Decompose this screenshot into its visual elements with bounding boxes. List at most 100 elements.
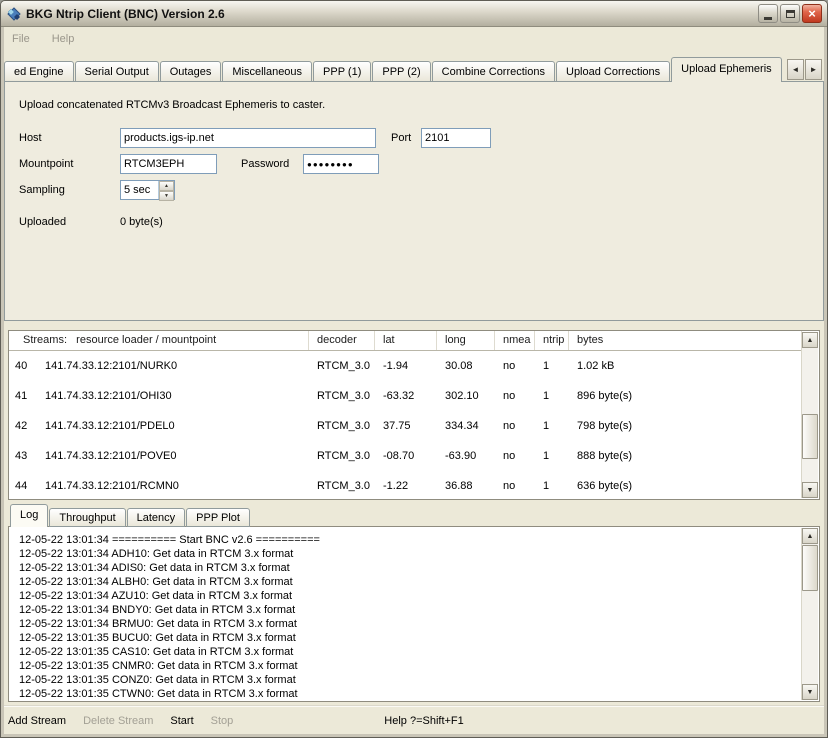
stop-button[interactable]: Stop bbox=[211, 715, 234, 727]
tab-serial-output[interactable]: Serial Output bbox=[75, 61, 159, 82]
table-row[interactable]: 41141.74.33.12:2101/OHI30RTCM_3.0-63.323… bbox=[9, 381, 802, 411]
cell-long: 302.10 bbox=[437, 381, 495, 411]
log-line: 12-05-22 13:01:34 BRMU0: Get data in RTC… bbox=[19, 617, 801, 631]
column-header-ntrip: ntrip bbox=[535, 331, 569, 350]
column-header-streams: Streams: resource loader / mountpoint bbox=[9, 331, 309, 350]
scroll-down-icon[interactable]: ▼ bbox=[802, 482, 818, 498]
cell-nmea: no bbox=[495, 411, 535, 441]
tab-ppp-1[interactable]: PPP (1) bbox=[313, 61, 371, 82]
scroll-up-icon[interactable]: ▲ bbox=[802, 332, 818, 348]
tab-upload-ephemeris[interactable]: Upload Ephemeris bbox=[671, 57, 782, 82]
log-line: 12-05-22 13:01:34 ADH10: Get data in RTC… bbox=[19, 547, 801, 561]
column-header-nmea: nmea bbox=[495, 331, 535, 350]
sampling-down-button[interactable]: ▼ bbox=[159, 191, 174, 201]
port-input[interactable] bbox=[421, 128, 491, 148]
column-header-bytes: bytes bbox=[569, 331, 802, 350]
tab-scroll-right-button[interactable]: ► bbox=[805, 59, 822, 80]
cell-num: 41 bbox=[9, 381, 37, 411]
mountpoint-input[interactable] bbox=[120, 154, 217, 174]
log-scroll-thumb[interactable] bbox=[802, 545, 818, 591]
maximize-button[interactable] bbox=[780, 4, 800, 23]
client-area: File Help ed EngineSerial OutputOutagesM… bbox=[4, 27, 824, 734]
main-tabs: ed EngineSerial OutputOutagesMiscellaneo… bbox=[4, 57, 783, 82]
minimize-button[interactable] bbox=[758, 4, 778, 23]
tab-scroll-left-button[interactable]: ◄ bbox=[787, 59, 804, 80]
cell-ntrip: 1 bbox=[535, 351, 569, 381]
app-icon bbox=[6, 6, 22, 22]
sampling-spinbox[interactable]: 5 sec ▲ ▼ bbox=[120, 180, 175, 200]
log-scrollbar[interactable]: ▲ ▼ bbox=[801, 528, 818, 700]
app-window: BKG Ntrip Client (BNC) Version 2.6 × Fil… bbox=[0, 0, 828, 738]
cell-long: 30.08 bbox=[437, 351, 495, 381]
menu-help[interactable]: Help bbox=[52, 31, 83, 47]
tab-miscellaneous[interactable]: Miscellaneous bbox=[222, 61, 312, 82]
cell-num: 42 bbox=[9, 411, 37, 441]
table-row[interactable]: 43141.74.33.12:2101/POVE0RTCM_3.0-08.70-… bbox=[9, 441, 802, 471]
host-input[interactable] bbox=[120, 128, 376, 148]
streams-scroll-thumb[interactable] bbox=[802, 414, 818, 459]
tab-upload-corrections[interactable]: Upload Corrections bbox=[556, 61, 670, 82]
tab-log[interactable]: Log bbox=[10, 504, 48, 527]
cell-ntrip: 1 bbox=[535, 381, 569, 411]
log-line: 12-05-22 13:01:34 ========== Start BNC v… bbox=[19, 533, 801, 547]
add-stream-button[interactable]: Add Stream bbox=[8, 715, 66, 727]
tab-ppp-2[interactable]: PPP (2) bbox=[372, 61, 430, 82]
table-row[interactable]: 40141.74.33.12:2101/NURK0RTCM_3.0-1.9430… bbox=[9, 351, 802, 381]
tab-ppp-plot[interactable]: PPP Plot bbox=[186, 508, 250, 527]
close-button[interactable]: × bbox=[802, 4, 822, 23]
scroll-down-icon[interactable]: ▼ bbox=[802, 684, 818, 700]
cell-num: 44 bbox=[9, 471, 37, 501]
log-line: 12-05-22 13:01:35 BUCU0: Get data in RTC… bbox=[19, 631, 801, 645]
log-line: 12-05-22 13:01:34 AZU10: Get data in RTC… bbox=[19, 589, 801, 603]
menu-file[interactable]: File bbox=[12, 31, 38, 47]
tab-ed-engine[interactable]: ed Engine bbox=[4, 61, 74, 82]
sampling-value: 5 sec bbox=[121, 181, 158, 199]
log-line: 12-05-22 13:01:34 BNDY0: Get data in RTC… bbox=[19, 603, 801, 617]
cell-resource: 141.74.33.12:2101/PDEL0 bbox=[37, 411, 309, 441]
tab-outages[interactable]: Outages bbox=[160, 61, 222, 82]
streams-scrollbar[interactable]: ▲ ▼ bbox=[801, 332, 818, 498]
uploaded-value: 0 byte(s) bbox=[120, 216, 163, 228]
cell-lat: -1.94 bbox=[375, 351, 437, 381]
port-label: Port bbox=[391, 132, 411, 144]
cell-decoder: RTCM_3.0 bbox=[309, 381, 375, 411]
start-button[interactable]: Start bbox=[170, 715, 193, 727]
sampling-up-button[interactable]: ▲ bbox=[159, 181, 174, 191]
cell-long: 334.34 bbox=[437, 411, 495, 441]
main-tabbar: ed EngineSerial OutputOutagesMiscellaneo… bbox=[4, 57, 824, 82]
log-line: 12-05-22 13:01:35 CONZ0: Get data in RTC… bbox=[19, 673, 801, 687]
table-row[interactable]: 44141.74.33.12:2101/RCMN0RTCM_3.0-1.2236… bbox=[9, 471, 802, 501]
log-line: 12-05-22 13:01:34 ADIS0: Get data in RTC… bbox=[19, 561, 801, 575]
cell-lat: -1.22 bbox=[375, 471, 437, 501]
titlebar[interactable]: BKG Ntrip Client (BNC) Version 2.6 × bbox=[1, 1, 827, 27]
cell-nmea: no bbox=[495, 351, 535, 381]
streams-table-header: Streams: resource loader / mountpoint de… bbox=[9, 331, 802, 351]
delete-stream-button[interactable]: Delete Stream bbox=[83, 715, 153, 727]
table-row[interactable]: 42141.74.33.12:2101/PDEL0RTCM_3.037.7533… bbox=[9, 411, 802, 441]
minimize-icon bbox=[764, 17, 772, 20]
log-panel: 12-05-22 13:01:34 ========== Start BNC v… bbox=[8, 526, 820, 702]
cell-lat: -63.32 bbox=[375, 381, 437, 411]
upload-ephemeris-panel: Upload concatenated RTCMv3 Broadcast Eph… bbox=[4, 81, 824, 321]
tab-combine-corrections[interactable]: Combine Corrections bbox=[432, 61, 555, 82]
tab-throughput[interactable]: Throughput bbox=[49, 508, 125, 527]
window-title: BKG Ntrip Client (BNC) Version 2.6 bbox=[26, 7, 756, 21]
help-shortcut-text: Help ?=Shift+F1 bbox=[384, 715, 464, 727]
cell-decoder: RTCM_3.0 bbox=[309, 471, 375, 501]
sampling-label: Sampling bbox=[19, 184, 65, 196]
cell-nmea: no bbox=[495, 381, 535, 411]
streams-table: Streams: resource loader / mountpoint de… bbox=[8, 330, 820, 500]
log-line: 12-05-22 13:01:35 CTWN0: Get data in RTC… bbox=[19, 687, 801, 700]
log-tabbar: LogThroughputLatencyPPP Plot bbox=[10, 504, 251, 527]
log-output: 12-05-22 13:01:34 ========== Start BNC v… bbox=[10, 528, 801, 700]
mountpoint-label: Mountpoint bbox=[19, 158, 73, 170]
tab-latency[interactable]: Latency bbox=[127, 508, 186, 527]
sampling-spinner: ▲ ▼ bbox=[158, 181, 174, 199]
column-header-lat: lat bbox=[375, 331, 437, 350]
cell-ntrip: 1 bbox=[535, 441, 569, 471]
cell-bytes: 1.02 kB bbox=[569, 351, 802, 381]
password-input[interactable]: ●●●●●●●● bbox=[303, 154, 379, 174]
log-line: 12-05-22 13:01:34 ALBH0: Get data in RTC… bbox=[19, 575, 801, 589]
cell-bytes: 798 byte(s) bbox=[569, 411, 802, 441]
scroll-up-icon[interactable]: ▲ bbox=[802, 528, 818, 544]
